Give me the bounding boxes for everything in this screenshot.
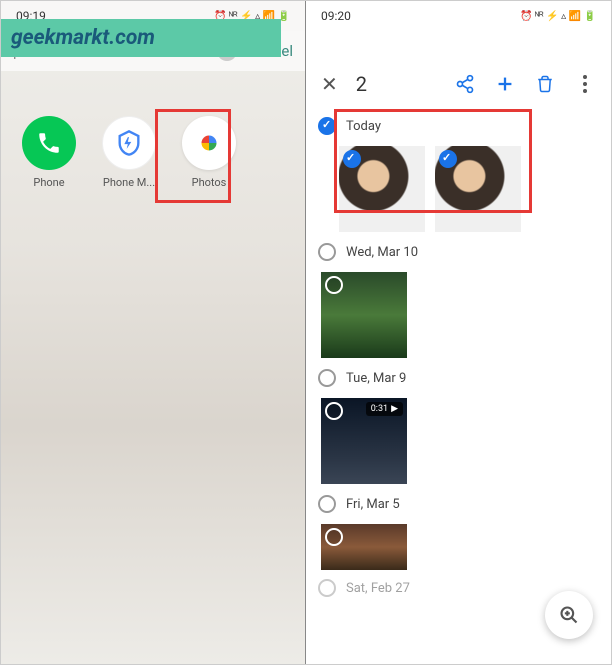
- thumb-checkbox-icon[interactable]: [325, 276, 343, 294]
- thumb-checkbox-icon[interactable]: [325, 402, 343, 420]
- checkbox-icon[interactable]: [318, 579, 336, 597]
- date-header[interactable]: Wed, Mar 10: [306, 237, 611, 267]
- date-label: Sat, Feb 27: [346, 581, 410, 596]
- app-results-row: Phone Phone M... Photos: [1, 116, 305, 189]
- app-phone[interactable]: Phone: [13, 116, 85, 189]
- watermark-text: geekmarkt.com: [11, 26, 155, 50]
- thumbs-row: [306, 519, 611, 575]
- checkbox-icon[interactable]: [318, 243, 336, 261]
- status-bar-right: 09:20 ⏰ ᴺᴿ ⚡ ▵ 📶 🔋: [306, 1, 611, 31]
- date-header[interactable]: Fri, Mar 5: [306, 489, 611, 519]
- watermark: geekmarkt.com: [1, 19, 281, 57]
- status-time: 09:20: [321, 9, 351, 23]
- highlight-photos-app: [155, 109, 231, 203]
- app-label: Phone: [33, 176, 64, 189]
- status-icons: ⏰ ᴺᴿ ⚡ ▵ 📶 🔋: [520, 11, 596, 22]
- date-label: Fri, Mar 5: [346, 497, 400, 512]
- close-icon[interactable]: ✕: [321, 72, 338, 96]
- selection-toolbar: ✕ 2: [306, 56, 611, 111]
- photos-selection-pane: 09:20 ⏰ ᴺᴿ ⚡ ▵ 📶 🔋 ✕ 2 Today Wed, Mar 10: [306, 1, 611, 664]
- shield-icon: [102, 116, 156, 170]
- phone-icon: [22, 116, 76, 170]
- checkbox-icon[interactable]: [318, 495, 336, 513]
- selection-count: 2: [356, 72, 436, 96]
- thumbs-row: 0:31 ▶: [306, 393, 611, 489]
- photo-thumb[interactable]: [318, 269, 410, 361]
- video-duration-badge: 0:31 ▶: [366, 402, 403, 416]
- video-thumb[interactable]: 0:31 ▶: [318, 395, 410, 487]
- date-label: Wed, Mar 10: [346, 245, 418, 260]
- more-icon[interactable]: [574, 73, 596, 95]
- date-header[interactable]: Tue, Mar 9: [306, 363, 611, 393]
- search-pane: geekmarkt.com 09:19 ⏰ ᴺᴿ ⚡ ▵ 📶 🔋 pho ✕ C…: [1, 1, 306, 664]
- app-label: Phone M...: [103, 176, 155, 189]
- date-label: Tue, Mar 9: [346, 371, 406, 386]
- share-icon[interactable]: [454, 73, 476, 95]
- add-icon[interactable]: [494, 73, 516, 95]
- photo-thumb[interactable]: [318, 521, 410, 573]
- checkbox-icon[interactable]: [318, 369, 336, 387]
- highlight-selected-photos: [334, 109, 532, 213]
- thumb-checkbox-icon[interactable]: [325, 528, 343, 546]
- zoom-fab[interactable]: [545, 591, 593, 639]
- trash-icon[interactable]: [534, 73, 556, 95]
- thumbs-row: [306, 267, 611, 363]
